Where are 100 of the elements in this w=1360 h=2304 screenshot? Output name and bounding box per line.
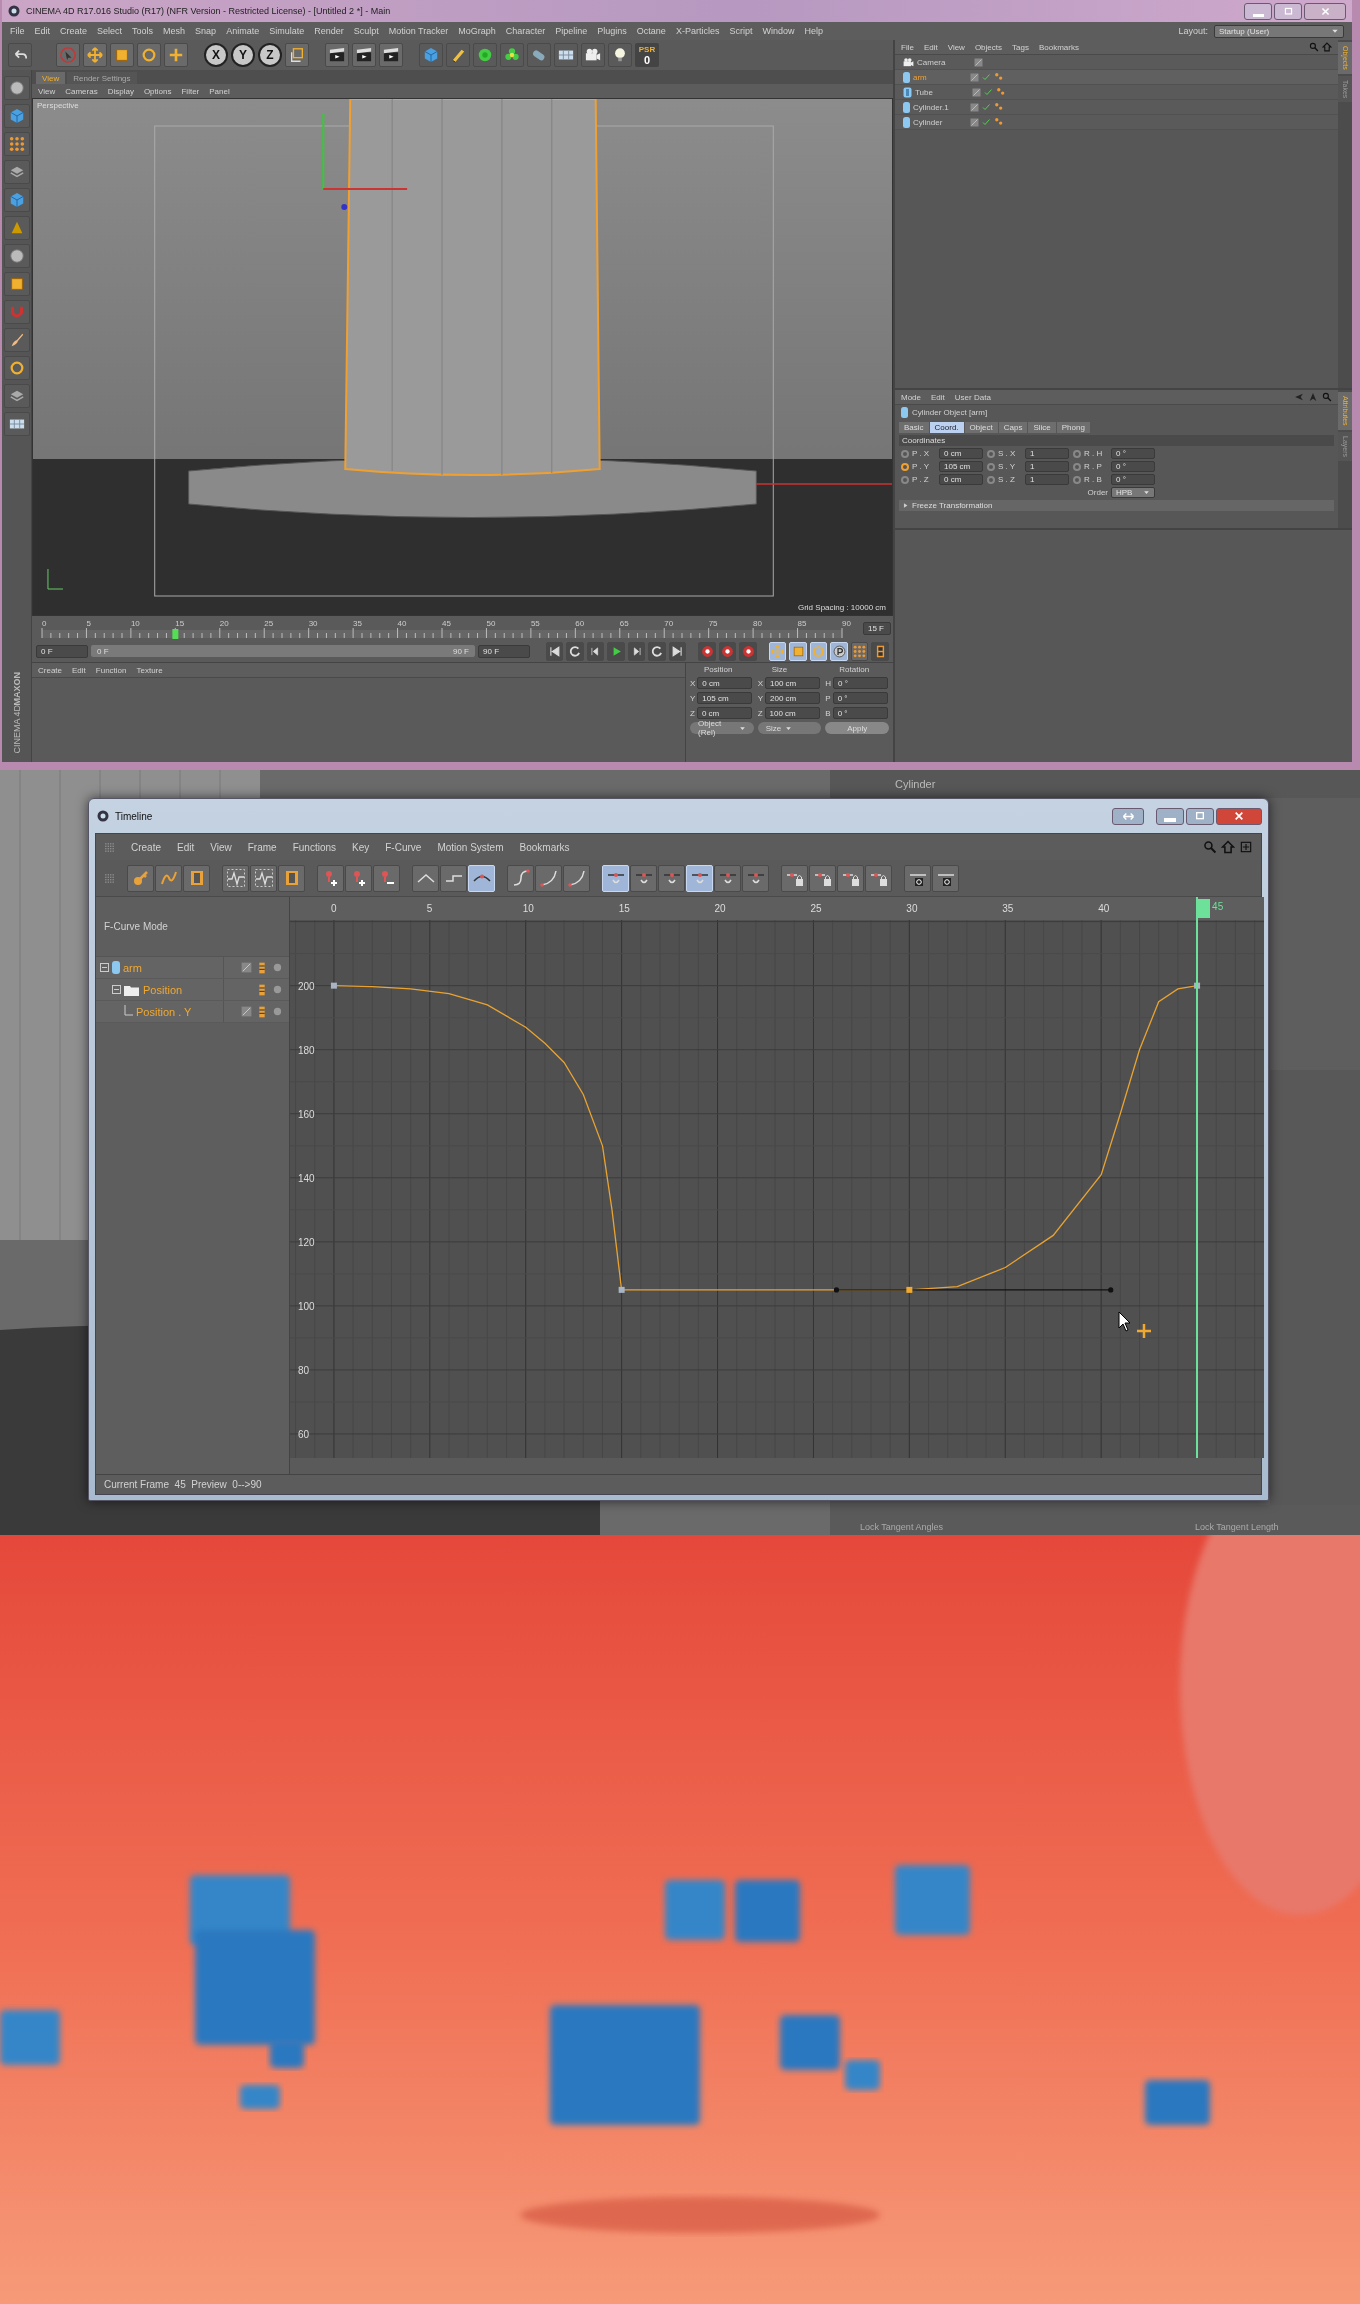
menu-item[interactable]: Frame bbox=[247, 841, 277, 853]
menu-item[interactable]: Motion System bbox=[437, 841, 504, 853]
menu-item[interactable]: Window bbox=[762, 26, 795, 36]
start-frame-field[interactable]: 0 F bbox=[36, 644, 88, 658]
tick-label: 60 bbox=[298, 1429, 310, 1440]
menu-item[interactable]: Snap bbox=[195, 26, 217, 36]
frame-field[interactable]: 15 F bbox=[863, 622, 891, 635]
object-row[interactable]: Tube bbox=[895, 85, 1338, 100]
value-field[interactable]: 0 cm bbox=[697, 677, 753, 689]
menu-item[interactable]: Function bbox=[95, 665, 127, 675]
object-row[interactable]: Cylinder.1 bbox=[895, 100, 1338, 115]
menu-item[interactable]: Edit bbox=[34, 26, 51, 36]
menu-item[interactable]: Motion Tracker bbox=[388, 26, 449, 36]
value-field[interactable]: 0 ° bbox=[833, 677, 889, 689]
object-row[interactable]: Camera bbox=[895, 55, 1338, 70]
menu-item[interactable]: Mode bbox=[901, 392, 921, 402]
frame-ruler[interactable]: 0 5 10 15 20 25 30 35 40 45 50 55 60 65 70 75 80 85 90 bbox=[32, 616, 852, 640]
menu-item[interactable]: Display bbox=[107, 86, 134, 96]
value-field[interactable]: 0 ° bbox=[1111, 474, 1155, 485]
value-field[interactable]: 200 cm bbox=[765, 692, 820, 704]
menu-item[interactable]: Objects bbox=[974, 42, 1002, 52]
menu-item[interactable]: Select bbox=[97, 26, 123, 36]
menu-item[interactable]: Tags bbox=[1012, 42, 1029, 52]
menu-item[interactable]: Edit bbox=[931, 392, 945, 402]
end-frame-field[interactable]: 90 F bbox=[478, 644, 530, 658]
axis-toggle-button[interactable]: Y bbox=[231, 43, 255, 67]
menu-item[interactable]: Pipeline bbox=[555, 26, 588, 36]
attribute-tab[interactable]: Phong bbox=[1056, 422, 1090, 433]
menu-item[interactable]: User Data bbox=[954, 392, 991, 402]
value-field[interactable]: 0 ° bbox=[1111, 448, 1155, 459]
status-text: Current Frame 45 Preview 0-->90 bbox=[104, 1479, 262, 1490]
menu-item[interactable]: MoGraph bbox=[458, 26, 496, 36]
order-dropdown[interactable]: HPB bbox=[1111, 487, 1155, 498]
object-row[interactable]: arm bbox=[895, 70, 1338, 85]
menu-item[interactable]: X-Particles bbox=[675, 26, 720, 36]
track-row[interactable]: Position bbox=[96, 979, 289, 1001]
value-field[interactable]: 1 bbox=[1025, 461, 1069, 472]
value-field[interactable]: 0 cm bbox=[696, 707, 752, 719]
size-mode-dropdown[interactable]: Size bbox=[757, 722, 822, 734]
axis-toggle-button[interactable]: Z bbox=[258, 43, 282, 67]
collapsed-section[interactable]: Freeze Transformation bbox=[899, 500, 1334, 511]
menu-item[interactable]: Create bbox=[38, 665, 62, 675]
apply-button[interactable]: Apply bbox=[825, 722, 889, 734]
menu-item[interactable]: F-Curve bbox=[385, 841, 422, 853]
menu-item[interactable]: Create bbox=[131, 841, 161, 853]
menu-item[interactable]: Edit bbox=[72, 665, 86, 675]
value-field[interactable]: 0 ° bbox=[832, 707, 888, 719]
track-row[interactable]: arm bbox=[96, 957, 289, 979]
menu-item[interactable]: Plugins bbox=[597, 26, 627, 36]
axis-toggle-button[interactable]: X bbox=[204, 43, 228, 67]
value-field[interactable]: 105 cm bbox=[697, 692, 753, 704]
value-field[interactable]: 1 bbox=[1025, 448, 1069, 459]
menu-item[interactable]: View bbox=[947, 42, 965, 52]
menu-item[interactable]: Functions bbox=[292, 841, 336, 853]
range-slider[interactable]: 0 F 90 F bbox=[90, 645, 475, 657]
value-field[interactable]: 0 cm bbox=[939, 448, 983, 459]
menu-item[interactable]: Options bbox=[143, 86, 172, 96]
menu-item[interactable]: View bbox=[210, 841, 232, 853]
menu-item[interactable]: Simulate bbox=[269, 26, 305, 36]
menu-item[interactable]: Create bbox=[60, 26, 88, 36]
menu-item[interactable]: Bookmarks bbox=[519, 841, 570, 853]
menu-item[interactable]: Filter bbox=[181, 86, 200, 96]
menu-item[interactable]: File bbox=[10, 26, 25, 36]
track-row[interactable]: Position . Y bbox=[96, 1001, 289, 1023]
view-tab[interactable]: View bbox=[36, 72, 66, 84]
value-field[interactable]: 0 ° bbox=[832, 692, 888, 704]
menu-item[interactable]: Key bbox=[352, 841, 370, 853]
menu-item[interactable]: Mesh bbox=[163, 26, 186, 36]
menu-item[interactable]: Script bbox=[729, 26, 753, 36]
attribute-tab[interactable]: Basic bbox=[899, 422, 929, 433]
object-row[interactable]: Cylinder bbox=[895, 115, 1338, 130]
attribute-tab[interactable]: Coord. bbox=[929, 422, 964, 433]
menu-item[interactable]: Cameras bbox=[65, 86, 98, 96]
menu-item[interactable]: Bookmarks bbox=[1038, 42, 1079, 52]
menu-item[interactable]: Render bbox=[314, 26, 344, 36]
menu-item[interactable]: Character bbox=[505, 26, 546, 36]
value-field[interactable]: 100 cm bbox=[765, 677, 820, 689]
menu-item[interactable]: Texture bbox=[136, 665, 163, 675]
value-field[interactable]: 100 cm bbox=[764, 707, 820, 719]
view-tab[interactable]: Render Settings bbox=[67, 72, 137, 84]
menu-item[interactable]: Sculpt bbox=[353, 26, 379, 36]
menu-item[interactable]: Octane bbox=[636, 26, 666, 36]
psr-button[interactable]: PSR 0 bbox=[635, 43, 659, 67]
value-field[interactable]: 0 ° bbox=[1111, 461, 1155, 472]
attribute-tab[interactable]: Slice bbox=[1028, 422, 1056, 433]
menu-item[interactable]: Panel bbox=[209, 86, 230, 96]
menu-item[interactable]: View bbox=[38, 86, 56, 96]
value-field[interactable]: 105 cm bbox=[939, 461, 983, 472]
menu-item[interactable]: Edit bbox=[177, 841, 195, 853]
value-field[interactable]: 1 bbox=[1025, 474, 1069, 485]
tick-label: 15 bbox=[618, 903, 630, 914]
menu-item[interactable]: Help bbox=[804, 26, 823, 36]
value-field[interactable]: 0 cm bbox=[939, 474, 983, 485]
menu-item[interactable]: File bbox=[901, 42, 914, 52]
layout-dropdown[interactable]: Startup (User) bbox=[1214, 24, 1344, 38]
menu-item[interactable]: Edit bbox=[923, 42, 938, 52]
attribute-tab[interactable]: Object bbox=[964, 422, 998, 433]
attribute-tab[interactable]: Caps bbox=[998, 422, 1028, 433]
menu-item[interactable]: Animate bbox=[226, 26, 260, 36]
menu-item[interactable]: Tools bbox=[132, 26, 154, 36]
